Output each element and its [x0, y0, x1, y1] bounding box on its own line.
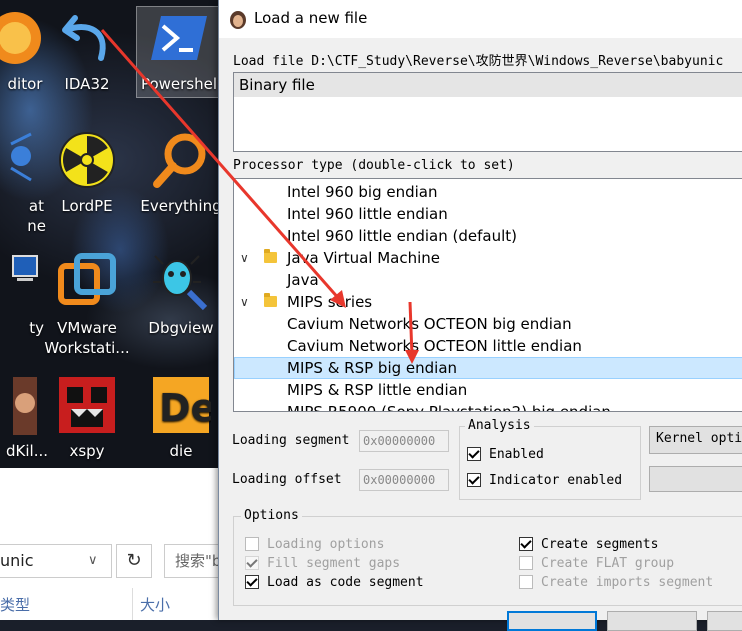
desktop-icon-label: IDA32 [64, 75, 110, 93]
desktop-icon-everything[interactable]: Everything [136, 130, 226, 216]
desktop-icon-label: Workstati... [44, 339, 130, 357]
desktop-icon-label: LordPE [61, 197, 113, 215]
desktop-icon-powershell[interactable]: Powershel [134, 8, 224, 94]
tree-item[interactable]: Java [234, 269, 742, 291]
desktop-icon-label: xspy [69, 442, 105, 460]
address-combo[interactable]: unic ∨ [0, 544, 112, 578]
checkbox-box[interactable] [245, 575, 259, 589]
loading-segment-field[interactable]: 0x00000000 [359, 430, 449, 452]
folder-icon [264, 293, 277, 307]
desktop-icon-ida32[interactable]: IDA32 [42, 8, 132, 94]
tree-item[interactable]: Intel 960 little endian (default) [234, 225, 742, 247]
checkbox-box[interactable] [467, 473, 481, 487]
chevron-down-icon[interactable]: ∨ [240, 291, 249, 313]
address-combo-text: unic [0, 551, 34, 570]
tree-item[interactable]: Intel 960 big endian [234, 181, 742, 203]
tree-folder-mips[interactable]: ∨ MIPS series [234, 291, 742, 313]
tree-item[interactable]: Cavium Networks OCTEON big endian [234, 313, 742, 335]
vmware-icon [57, 252, 117, 312]
search-input[interactable]: 搜索"b [164, 544, 222, 578]
desktop-icon-xspy[interactable]: xspy [42, 375, 132, 461]
column-header-type[interactable]: 类型 [0, 594, 30, 615]
desktop-icon-label: die [169, 442, 193, 460]
file-explorer-window: unic ∨ ↻ 搜索"b 类型 大小 [0, 468, 222, 620]
refresh-button[interactable]: ↻ [116, 544, 152, 578]
radiation-icon [57, 130, 117, 190]
checkbox-box[interactable] [519, 537, 533, 551]
checkbox-box[interactable] [245, 537, 259, 551]
checkbox-box[interactable] [519, 575, 533, 589]
checkbox-box[interactable] [467, 447, 481, 461]
desktop-icon-label: Dbgview [148, 319, 214, 337]
file-type-list[interactable]: Binary file [233, 72, 742, 152]
desktop-icon-label: Powershel [140, 75, 218, 93]
loading-offset-label: Loading offset [232, 472, 342, 487]
checkbox-box[interactable] [245, 556, 259, 570]
undo-arrow-icon [57, 8, 117, 68]
tree-item[interactable]: MIPS R5900 (Sony Playstation2) big endia… [234, 401, 742, 411]
tree-folder-java[interactable]: ∨ Java Virtual Machine [234, 247, 742, 269]
folder-icon [264, 249, 277, 263]
xspy-icon [57, 375, 117, 435]
desktop-icon-lordpe[interactable]: LordPE [42, 130, 132, 216]
help-button[interactable] [707, 611, 742, 631]
desktop-icon-label: ne [27, 217, 46, 235]
bug-magnifier-icon [151, 252, 211, 312]
column-header-size[interactable]: 大小 [140, 594, 170, 615]
kernel-options-button[interactable]: Kernel optio [649, 426, 742, 454]
tree-item[interactable]: Intel 960 little endian [234, 203, 742, 225]
processor-type-label: Processor type (double-click to set) [233, 158, 515, 173]
tree-item-selected[interactable]: MIPS & RSP big endian [234, 357, 742, 379]
ok-button[interactable] [507, 611, 597, 631]
monitor-icon [0, 252, 39, 312]
desktop-icon-label: Everything [140, 197, 222, 215]
chevron-down-icon[interactable]: ∨ [240, 247, 249, 269]
load-file-dialog: Load a new file Load file D:\CTF_Study\R… [218, 0, 742, 631]
desktop-icon-vmware[interactable]: VMware Workstati... [42, 252, 132, 358]
list-item[interactable]: Binary file [234, 73, 742, 97]
desktop-icon-label: VMware [57, 319, 117, 337]
loading-offset-field[interactable]: 0x00000000 [359, 469, 449, 491]
tree-item[interactable]: Cavium Networks OCTEON little endian [234, 335, 742, 357]
ida-app-icon [229, 9, 247, 29]
desktop-icon-die[interactable]: De die [136, 375, 226, 461]
avatar-icon [0, 375, 37, 435]
dialog-titlebar[interactable]: Load a new file [219, 0, 742, 38]
load-file-path: Load file D:\CTF_Study\Reverse\攻防世界\Wind… [233, 54, 724, 69]
refresh-icon: ↻ [126, 550, 142, 571]
analysis-group-title: Analysis [465, 418, 534, 433]
processor-tree[interactable]: Intel 960 big endian Intel 960 little en… [233, 178, 742, 412]
powershell-icon [149, 8, 209, 68]
processor-options-button[interactable] [649, 466, 742, 492]
desktop-icon-dbgview[interactable]: Dbgview [136, 252, 226, 338]
options-group-title: Options [241, 508, 302, 523]
magnifier-icon [151, 130, 211, 190]
chevron-down-icon[interactable]: ∨ [88, 545, 98, 577]
tree-item[interactable]: MIPS & RSP little endian [234, 379, 742, 401]
bug-icon [0, 130, 35, 190]
loading-segment-label: Loading segment [232, 433, 350, 448]
dialog-title: Load a new file [254, 9, 368, 27]
checkbox-box[interactable] [519, 556, 533, 570]
column-divider [132, 588, 133, 620]
die-icon: De [151, 375, 216, 435]
svg-text:De: De [159, 386, 211, 430]
cancel-button[interactable] [607, 611, 697, 631]
